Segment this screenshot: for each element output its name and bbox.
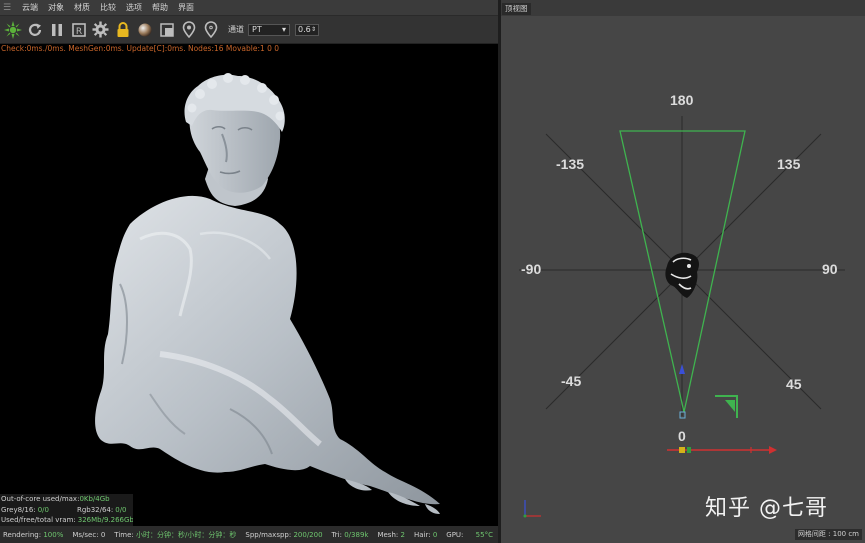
- render-viewport[interactable]: [0, 54, 498, 524]
- view-title-bar: 顶视图: [501, 0, 865, 16]
- live-viewer-panel: ☰ 云端 对象 材质 比较 选项 帮助 界面 R 通道 PT ▾ 0.6 ⇕ C…: [0, 0, 498, 543]
- value-stepper-value: 0.6: [298, 25, 311, 34]
- angle-label-135: 135: [777, 156, 801, 172]
- vram-row: Used/free/total vram: 326Mb/9.266Gb/11G: [0, 515, 133, 526]
- vram-value: 326Mb/9.266Gb/11G: [77, 516, 133, 524]
- angle-label-minus-90: -90: [521, 261, 542, 277]
- menu-interface[interactable]: 界面: [173, 2, 199, 13]
- move-gizmo[interactable]: [667, 446, 777, 454]
- world-axis-icon: [523, 500, 541, 518]
- rgb-label: Rgb32/64:: [76, 505, 114, 514]
- settings-gear-icon[interactable]: [91, 20, 110, 39]
- rendering-label: Rendering:: [3, 530, 42, 539]
- memory-stats: Out-of-core used/max: 0Kb/4Gb Grey8/16: …: [0, 494, 133, 526]
- panel-grip-icon[interactable]: ☰: [3, 3, 13, 13]
- menu-objects[interactable]: 对象: [43, 2, 69, 13]
- time-label: Time:: [114, 530, 134, 539]
- angle-label-0: 0: [678, 428, 686, 444]
- refresh-icon[interactable]: [25, 20, 44, 39]
- clay-mode-icon[interactable]: [157, 20, 176, 39]
- menu-bar: ☰ 云端 对象 材质 比较 选项 帮助 界面: [0, 0, 498, 16]
- vram-label: Used/free/total vram:: [1, 516, 76, 524]
- spp-value: 200/200: [293, 530, 323, 539]
- object-silhouette: [665, 252, 699, 298]
- light-marker: [715, 395, 738, 418]
- mesh-label: Mesh:: [377, 530, 399, 539]
- zhihu-watermark: 知乎 @七哥: [705, 496, 828, 521]
- gpu-label: GPU:: [446, 530, 464, 539]
- gpu-value: 55°C: [475, 530, 493, 539]
- tri-stat: Tri: 0/389k: [332, 531, 369, 539]
- mesh-stat: Mesh: 2: [377, 531, 405, 539]
- pick-focus-icon[interactable]: [179, 20, 198, 39]
- grey-value: 0/0: [37, 505, 49, 514]
- ooc-value: 0Kb/4Gb: [79, 495, 110, 503]
- hair-stat: Hair: 0: [414, 531, 437, 539]
- rgb-value: 0/0: [115, 505, 127, 514]
- angle-label-180: 180: [670, 92, 694, 108]
- texture-row: Grey8/16: 0/0 Rgb32/64: 0/0: [0, 505, 133, 516]
- value-stepper[interactable]: 0.6 ⇕: [295, 23, 319, 36]
- octane-logo-icon[interactable]: [3, 20, 22, 39]
- sculpture-bust: [95, 73, 440, 514]
- mesh-value: 2: [400, 530, 405, 539]
- tri-value: 0/389k: [344, 530, 369, 539]
- menu-options[interactable]: 选项: [121, 2, 147, 13]
- stepper-arrows-icon: ⇕: [310, 26, 316, 33]
- angle-label-45: 45: [786, 376, 802, 392]
- hair-value: 0: [432, 530, 438, 539]
- chevron-down-icon: ▾: [281, 25, 286, 34]
- tri-label: Tri:: [331, 530, 342, 539]
- rendering-value: 100%: [43, 530, 64, 539]
- svg-text:R: R: [75, 27, 81, 37]
- top-view-panel: 顶视图 180 -135 135 -90 90 -45 45 0 知乎 @七哥 …: [501, 0, 865, 543]
- time-value: 小时：分钟：秒/小时：分钟：秒: [136, 530, 237, 539]
- menu-cloud[interactable]: 云端: [17, 2, 43, 13]
- status-line: Check:0ms./0ms. MeshGen:0ms. Update[C]:0…: [1, 44, 280, 53]
- pause-icon[interactable]: [47, 20, 66, 39]
- region-render-icon[interactable]: R: [69, 20, 88, 39]
- render-status-bar: Rendering: 100% Ms/sec: 0 Time: 小时：分钟：秒/…: [0, 526, 498, 543]
- grid-spacing-info: 网格间距 : 100 cm: [794, 529, 862, 540]
- spp-label: Spp/maxspp:: [245, 530, 292, 539]
- channel-select-value: PT: [252, 25, 262, 34]
- pick-material-icon[interactable]: [201, 20, 220, 39]
- angle-label-minus-135: -135: [556, 156, 585, 172]
- grey-label: Grey8/16:: [1, 505, 36, 514]
- hair-label: Hair:: [413, 530, 431, 539]
- lock-icon[interactable]: [113, 20, 132, 39]
- material-ball-icon[interactable]: [135, 20, 154, 39]
- ms-stat: Ms/sec: 0: [72, 531, 105, 539]
- ms-label: Ms/sec:: [72, 530, 99, 539]
- gpu-stat: GPU: 55°C: [446, 531, 493, 539]
- ooc-row: Out-of-core used/max: 0Kb/4Gb: [0, 494, 133, 505]
- time-stat: Time: 小时：分钟：秒/小时：分钟：秒: [114, 530, 236, 540]
- view-tab-top[interactable]: 顶视图: [502, 3, 531, 15]
- channel-select[interactable]: PT ▾: [248, 23, 290, 36]
- ms-value: 0: [100, 530, 106, 539]
- channel-label: 通道: [228, 25, 244, 34]
- viewer-toolbar: R 通道 PT ▾ 0.6 ⇕: [0, 16, 498, 44]
- menu-help[interactable]: 帮助: [147, 2, 173, 13]
- rendering-stat: Rendering: 100%: [3, 531, 63, 539]
- ooc-label: Out-of-core used/max:: [1, 495, 80, 503]
- angle-label-minus-45: -45: [561, 373, 582, 389]
- spp-stat: Spp/maxspp: 200/200: [245, 531, 322, 539]
- angle-label-90: 90: [822, 261, 838, 277]
- menu-materials[interactable]: 材质: [69, 2, 95, 13]
- menu-compare[interactable]: 比较: [95, 2, 121, 13]
